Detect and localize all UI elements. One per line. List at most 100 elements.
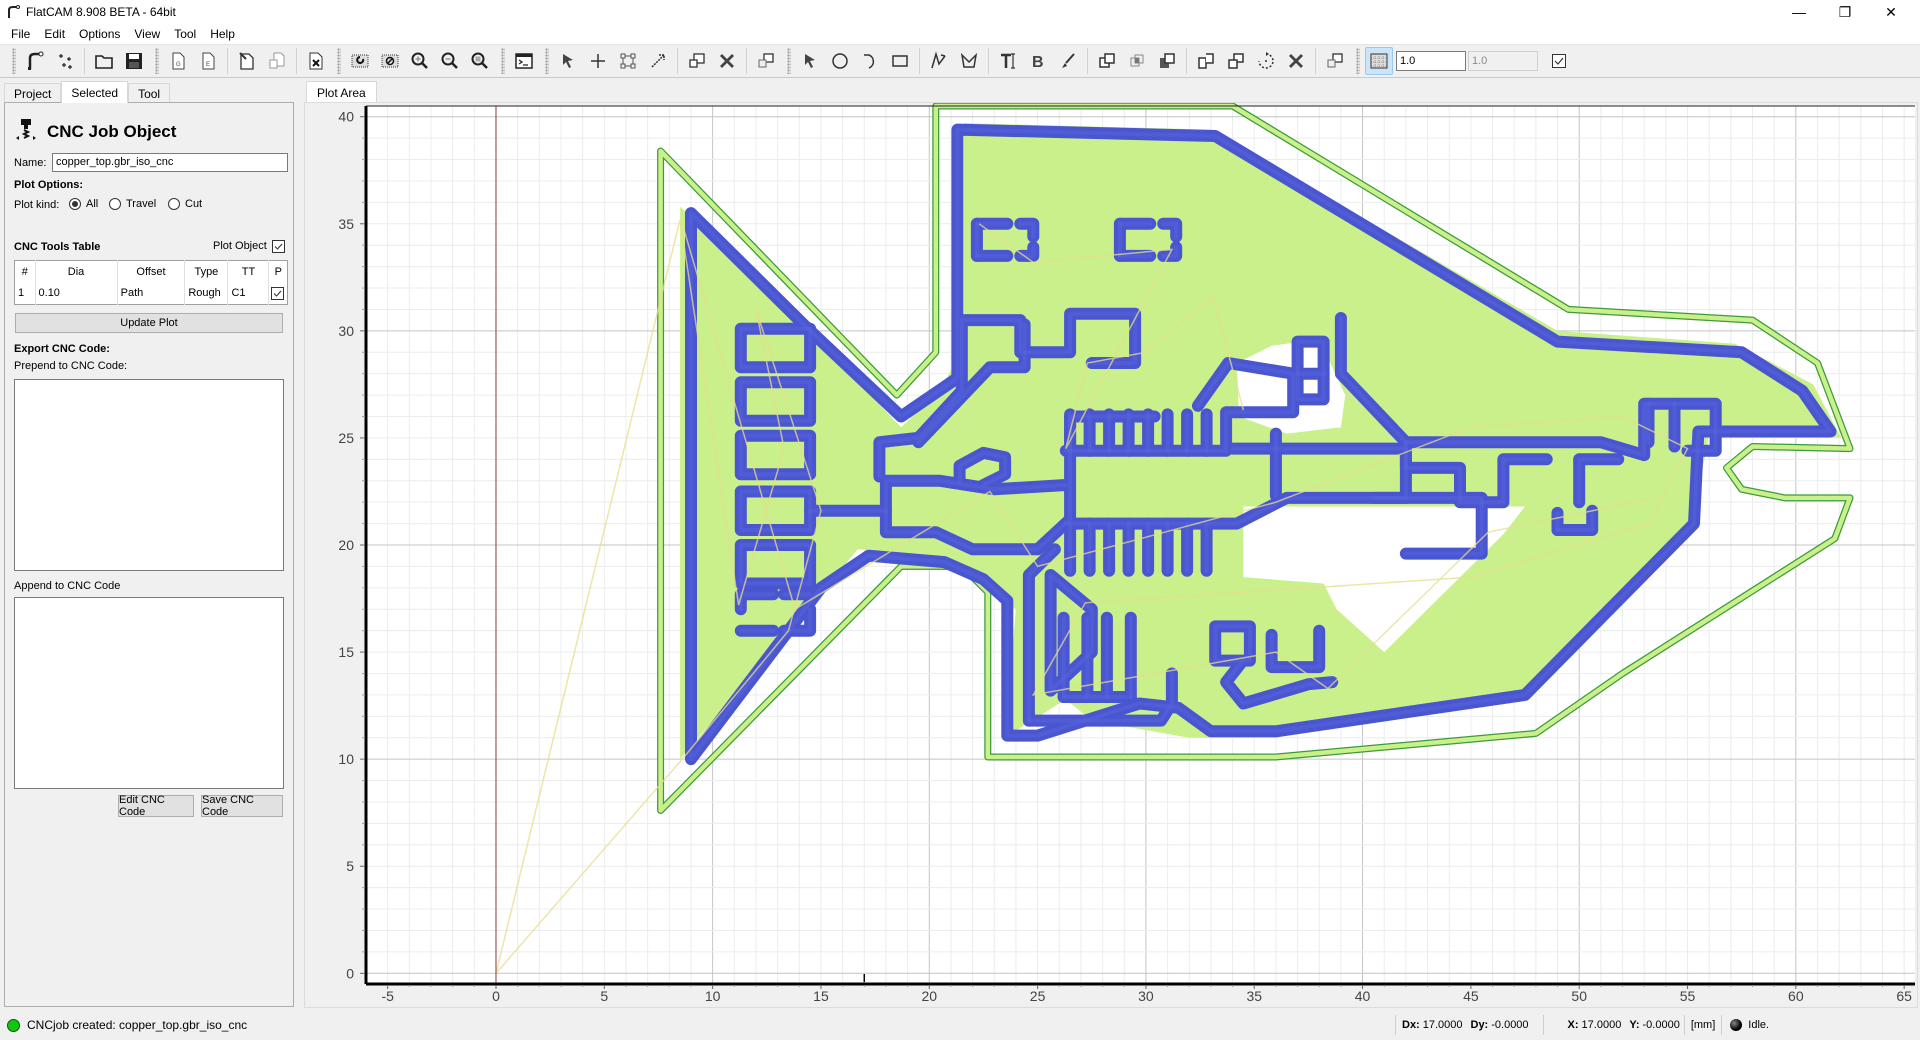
grid-snap-icon[interactable]: [1365, 47, 1393, 75]
table-row[interactable]: 1 0.10 Path Rough C1: [14, 282, 288, 305]
coordinates-readout: Dx: 17.0000 Dy: -0.0000 X: 17.0000 Y: -0.000…: [1395, 1010, 1769, 1040]
add-drill-array-icon[interactable]: [614, 47, 642, 75]
resize-drill-icon[interactable]: [644, 47, 672, 75]
text-icon[interactable]: [994, 47, 1022, 75]
menu-help[interactable]: Help: [203, 27, 242, 41]
toolbar-grip[interactable]: [1356, 48, 1360, 74]
append-textarea[interactable]: [14, 597, 284, 789]
menu-options[interactable]: Options: [72, 27, 127, 41]
rectangle-icon[interactable]: [886, 47, 914, 75]
circle-icon[interactable]: [826, 47, 854, 75]
tab-selected[interactable]: Selected: [61, 81, 129, 103]
move-drill-icon[interactable]: [752, 47, 780, 75]
arc-icon[interactable]: [856, 47, 884, 75]
shell-icon[interactable]: [510, 47, 538, 75]
toolbar-grip[interactable]: [545, 48, 549, 74]
cut-path-icon[interactable]: [1192, 47, 1220, 75]
y-tick-label: 0: [346, 965, 354, 981]
open-excellon-icon[interactable]: [51, 47, 79, 75]
delete-shape-icon[interactable]: [1282, 47, 1310, 75]
cnc-tools-table: # Dia Offset Type TT P 1 0.10 Path Rough…: [14, 260, 288, 305]
plot-kind-cut-radio[interactable]: Cut: [168, 198, 202, 211]
name-field[interactable]: copper_top.gbr_iso_cnc: [52, 153, 288, 172]
intersection-icon[interactable]: [1123, 47, 1151, 75]
save-icon[interactable]: [120, 47, 148, 75]
tab-project[interactable]: Project: [4, 83, 62, 103]
svg-text:G: G: [176, 62, 181, 68]
minimize-button[interactable]: —: [1776, 0, 1822, 24]
y-tick-label: 35: [338, 216, 354, 232]
delete-drill-icon[interactable]: [713, 47, 741, 75]
zoom-out-icon[interactable]: [436, 47, 464, 75]
cell-type[interactable]: Rough: [184, 282, 229, 305]
col-header-offset: Offset: [117, 260, 186, 283]
copy-icon[interactable]: [263, 47, 291, 75]
grid-y-input[interactable]: [1468, 51, 1538, 71]
open-gerber-icon[interactable]: [21, 47, 49, 75]
menu-file[interactable]: File: [4, 27, 37, 41]
save-cnc-code-button[interactable]: Save CNC Code: [201, 794, 283, 818]
cell-tt[interactable]: C1: [227, 282, 270, 305]
toolbar-separator: [296, 48, 297, 74]
select-icon[interactable]: [554, 47, 582, 75]
plot-tool-checkbox[interactable]: [271, 286, 285, 300]
toolbar-grip[interactable]: [337, 48, 341, 74]
prepend-textarea[interactable]: [14, 379, 284, 571]
toolbar-grip[interactable]: [155, 48, 159, 74]
update-plot-button[interactable]: Update Plot: [15, 313, 283, 333]
copy-drill-icon[interactable]: [683, 47, 711, 75]
zoom-fit-icon[interactable]: [466, 47, 494, 75]
plot-canvas[interactable]: -5 0 5 10 15 20 25 30 35 40 45 50 55 60 65 0 5 10 15 20 25 30…: [305, 103, 1919, 1009]
union-icon[interactable]: [1093, 47, 1121, 75]
x-tick-label: 5: [600, 988, 608, 1004]
tab-tool[interactable]: Tool: [128, 83, 171, 103]
cell-offset[interactable]: Path: [117, 282, 186, 305]
clear-plot-icon[interactable]: [376, 47, 404, 75]
menu-edit[interactable]: Edit: [37, 27, 72, 41]
toolbar-grip[interactable]: [501, 48, 505, 74]
plot-kind-travel-radio[interactable]: Travel: [109, 198, 156, 211]
paint-icon[interactable]: [1054, 47, 1082, 75]
title-bar: FlatCAM 8.908 BETA - 64bit — ❐ ✕: [0, 0, 1920, 24]
status-bar: CNCjob created: copper_top.gbr_iso_cnc D…: [0, 1010, 1920, 1040]
replot-icon[interactable]: [346, 47, 374, 75]
radio-indicator: [109, 198, 121, 211]
move-shape-icon[interactable]: [1321, 47, 1349, 75]
buffer-icon[interactable]: B: [1024, 47, 1052, 75]
cnc-drill-icon: [15, 117, 37, 146]
grid-lock-checkbox[interactable]: [1552, 54, 1566, 68]
cell-dia[interactable]: 0.10: [35, 282, 118, 305]
toolbar-grip[interactable]: [787, 48, 791, 74]
subtraction-icon[interactable]: [1153, 47, 1181, 75]
menu-tool[interactable]: Tool: [167, 27, 203, 41]
menu-view[interactable]: View: [127, 27, 167, 41]
plot-object-checkbox[interactable]: [272, 240, 285, 253]
edit-cnc-code-button[interactable]: Edit CNC Code: [118, 794, 194, 818]
path-icon[interactable]: [925, 47, 953, 75]
x-tick-label: 65: [1896, 988, 1912, 1004]
x-tick-label: 55: [1680, 988, 1696, 1004]
polygon-icon[interactable]: [955, 47, 983, 75]
tab-plot-area[interactable]: Plot Area: [306, 81, 377, 103]
append-label: Append to CNC Code: [14, 580, 121, 592]
plot-kind-all-radio[interactable]: All: [69, 198, 98, 211]
delete-icon[interactable]: [302, 47, 330, 75]
close-button[interactable]: ✕: [1868, 0, 1914, 24]
x-tick-label: 0: [492, 988, 500, 1004]
copy-shape-icon[interactable]: [1222, 47, 1250, 75]
zoom-in-icon[interactable]: [406, 47, 434, 75]
add-drill-icon[interactable]: [584, 47, 612, 75]
y-tick-label: 10: [338, 751, 354, 767]
new-geometry-icon[interactable]: G: [164, 47, 192, 75]
restore-button[interactable]: ❐: [1822, 0, 1868, 24]
grid-x-input[interactable]: [1396, 51, 1466, 71]
select-geo-icon[interactable]: [796, 47, 824, 75]
y-tick-label: 5: [346, 858, 354, 874]
open-folder-icon[interactable]: [90, 47, 118, 75]
rotate-icon[interactable]: [1252, 47, 1280, 75]
y-label: Y:: [1629, 1019, 1640, 1031]
edit-icon[interactable]: [233, 47, 261, 75]
toolbar-grip[interactable]: [12, 48, 16, 74]
divider: [1542, 1015, 1544, 1035]
new-excellon-icon[interactable]: E: [194, 47, 222, 75]
